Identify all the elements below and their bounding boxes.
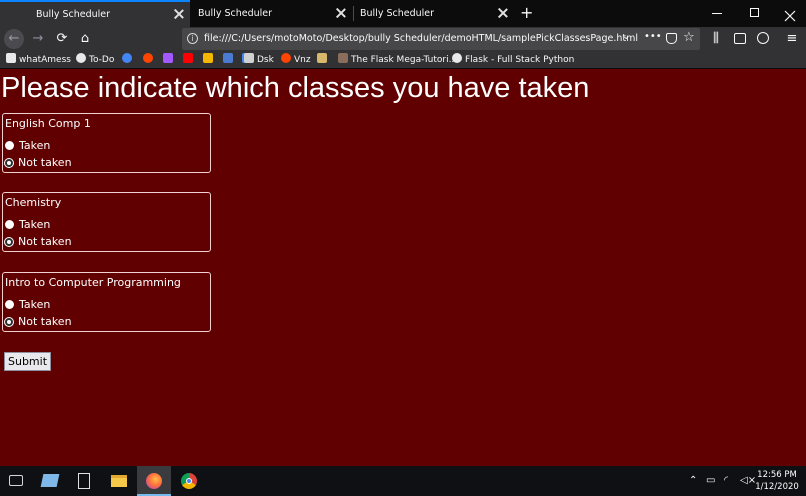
radio-taken[interactable]	[5, 220, 14, 229]
bookmark-todo[interactable]: To-Do	[76, 51, 114, 69]
close-window-icon[interactable]	[784, 7, 796, 22]
globe-icon	[452, 53, 462, 63]
more-actions-icon[interactable]: •••	[644, 31, 662, 42]
bookmark-dsk[interactable]: Dsk	[244, 51, 274, 69]
tablet-icon	[40, 474, 60, 487]
home-icon[interactable]: ⌂	[75, 29, 95, 49]
firefox-icon	[146, 473, 162, 489]
bookmarks-toolbar: whatAmess To-Do Dsk Vnz The Flask Mega-T…	[0, 51, 806, 69]
class-fieldset-chemistry: Chemistry Taken Not taken	[2, 192, 211, 252]
option-not-taken[interactable]: Not taken	[5, 156, 72, 170]
back-arrow-icon[interactable]: ←	[4, 29, 24, 49]
tab-2-close-icon[interactable]	[335, 7, 347, 19]
bookmark-notes[interactable]	[203, 51, 216, 69]
taskbar-calculator[interactable]	[68, 466, 102, 496]
taskbar: ⌃ ▭ ◜ ◁× 12:56 PM 1/12/2020	[0, 466, 806, 496]
chevron-down-icon[interactable]: ⌄	[622, 31, 630, 42]
tab-3[interactable]: Bully Scheduler	[354, 0, 514, 27]
calculator-icon	[78, 473, 90, 489]
radio-not-taken[interactable]	[5, 159, 13, 167]
web-page: Please indicate which classes you have t…	[0, 70, 806, 466]
tab-3-close-icon[interactable]	[497, 7, 509, 19]
option-not-taken[interactable]: Not taken	[5, 235, 72, 249]
option-not-taken[interactable]: Not taken	[5, 315, 72, 329]
bookmark-google[interactable]	[122, 51, 135, 69]
pocket-icon[interactable]	[666, 33, 677, 44]
clock-date: 1/12/2020	[755, 482, 799, 492]
minimize-icon[interactable]	[712, 13, 722, 14]
folder-icon	[6, 53, 16, 63]
battery-icon[interactable]: ▭	[706, 475, 715, 486]
bookmark-youtube[interactable]	[183, 51, 196, 69]
bookmark-star-icon[interactable]: ☆	[683, 30, 695, 45]
tab-1-title: Bully Scheduler	[36, 9, 111, 20]
navigation-toolbar: ← → ⟳ ⌂ i file:///C:/Users/motoMoto/Desk…	[0, 27, 806, 51]
bookmark-folder[interactable]	[317, 51, 330, 69]
bookmark-r[interactable]	[163, 51, 176, 69]
reddit-icon	[281, 53, 291, 63]
taskbar-chrome[interactable]	[172, 466, 206, 496]
forward-arrow-icon[interactable]: →	[28, 29, 48, 49]
taskbar-app-2[interactable]	[34, 466, 68, 496]
radio-not-taken[interactable]	[5, 238, 13, 246]
bookmark-vnz[interactable]: Vnz	[281, 51, 311, 69]
reload-icon[interactable]: ⟳	[52, 29, 72, 49]
notes-icon	[203, 53, 213, 63]
globe-icon	[76, 53, 86, 63]
tab-2-title: Bully Scheduler	[198, 8, 273, 19]
system-clock[interactable]: 12:56 PM 1/12/2020	[752, 469, 802, 493]
url-text[interactable]: file:///C:/Users/motoMoto/Desktop/bully …	[204, 28, 638, 50]
page-title: Please indicate which classes you have t…	[1, 72, 590, 104]
info-icon[interactable]: i	[187, 33, 198, 44]
account-icon[interactable]	[757, 32, 769, 44]
address-bar[interactable]: i file:///C:/Users/motoMoto/Desktop/bull…	[182, 28, 700, 50]
clock-time: 12:56 PM	[757, 470, 797, 480]
tab-3-title: Bully Scheduler	[360, 8, 435, 19]
blog-icon	[338, 53, 348, 63]
bookmark-whatamess[interactable]: whatAmess	[6, 51, 71, 69]
class-name: English Comp 1	[5, 117, 91, 130]
folder-icon	[111, 475, 127, 487]
chevron-up-icon[interactable]: ⌃	[689, 475, 697, 486]
class-name: Intro to Computer Programming	[5, 276, 181, 289]
radio-taken[interactable]	[5, 141, 14, 150]
desktop-icon	[9, 475, 23, 486]
youtube-icon	[183, 53, 193, 63]
taskbar-firefox[interactable]	[137, 466, 171, 496]
taskbar-app-1[interactable]	[0, 466, 34, 496]
option-taken[interactable]: Taken	[5, 298, 50, 312]
class-fieldset-english: English Comp 1 Taken Not taken	[2, 113, 211, 173]
tab-bar: Bully Scheduler Bully Scheduler Bully Sc…	[0, 0, 806, 27]
new-tab-plus-icon[interactable]: +	[520, 4, 536, 22]
class-name: Chemistry	[5, 196, 62, 209]
tab-1[interactable]: Bully Scheduler	[0, 0, 190, 27]
tab-2[interactable]: Bully Scheduler	[192, 0, 352, 27]
option-taken[interactable]: Taken	[5, 218, 50, 232]
bookmark-flask-mega[interactable]: The Flask Mega-Tutori...	[338, 51, 457, 69]
maximize-icon[interactable]	[750, 8, 759, 17]
sidebar-icon[interactable]	[734, 33, 746, 44]
reddit-icon	[143, 53, 153, 63]
submit-button[interactable]: Submit	[4, 352, 52, 371]
option-taken[interactable]: Taken	[5, 139, 50, 153]
taskbar-file-explorer[interactable]	[102, 466, 136, 496]
chrome-center	[186, 478, 192, 484]
bookmark-docs[interactable]	[223, 51, 236, 69]
r-icon	[163, 53, 173, 63]
bookmark-reddit[interactable]	[143, 51, 156, 69]
bookmark-flask-fsp[interactable]: Flask - Full Stack Python	[452, 51, 574, 69]
google-icon	[122, 53, 132, 63]
folder-icon	[317, 53, 327, 63]
radio-not-taken[interactable]	[5, 318, 13, 326]
menu-hamburger-icon[interactable]: ≡	[782, 29, 802, 49]
wifi-icon[interactable]: ◜	[724, 475, 728, 486]
radio-taken[interactable]	[5, 300, 14, 309]
class-fieldset-programming: Intro to Computer Programming Taken Not …	[2, 272, 211, 332]
tab-1-close-icon[interactable]	[173, 8, 185, 20]
library-icon[interactable]: ⫼	[706, 29, 726, 49]
docs-icon	[223, 53, 233, 63]
drive-icon	[244, 53, 254, 63]
